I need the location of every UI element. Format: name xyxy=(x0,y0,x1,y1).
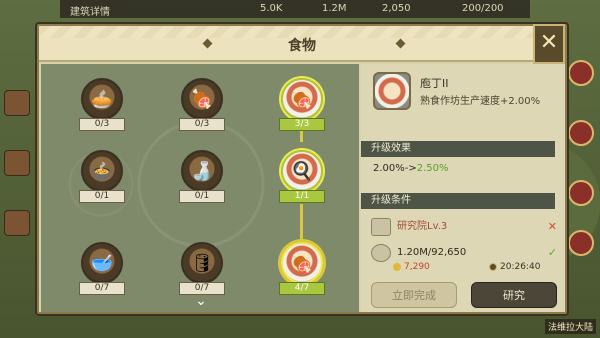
effect-header: 升级效果 xyxy=(361,141,555,157)
close-icon: ✕ xyxy=(539,30,559,55)
bottom-right-label: 法维拉大陆 xyxy=(544,319,596,334)
effect-to: 2.50% xyxy=(416,163,449,174)
soup-bowl-icon: 🥣 xyxy=(81,242,123,284)
node-level: 0/1 xyxy=(79,190,125,203)
conditions-header: 升级条件 xyxy=(361,193,555,209)
detail-panel: 庖丁II 熟食作坊生产速度+2.00% 升级效果 2.00%->2.50% 升级… xyxy=(361,64,565,312)
wine-barrel-icon: 🛢 xyxy=(181,242,223,284)
condition-label: 1.20M/92,650 xyxy=(397,247,467,258)
node-level: 1/1 xyxy=(279,190,325,203)
modal-title: 食物 xyxy=(288,38,316,54)
side-button[interactable] xyxy=(4,210,30,236)
resource-1: 5.0K xyxy=(260,3,283,14)
tech-node[interactable]: 🥧 0/3 xyxy=(77,78,127,131)
side-round-button[interactable] xyxy=(568,180,594,206)
side-round-button[interactable] xyxy=(568,120,594,146)
condition-row: 1.20M/92,650 ✓ xyxy=(371,243,557,263)
tech-tree[interactable]: 🥧 0/3 🍖 0/3 🍖 3/3 🍲 0/1 🍶 0/1 🍳 1/1 🥣 0/… xyxy=(41,64,359,312)
resource-3: 2,050 xyxy=(382,3,411,14)
time-cost-value: 20:26:40 xyxy=(500,262,541,272)
ham-plate-icon xyxy=(373,72,411,110)
cake-dish-icon: 🥧 xyxy=(81,78,123,120)
scroll-down-button[interactable]: ⌄ xyxy=(191,294,211,308)
tech-node-selected[interactable]: 🍖 4/7 xyxy=(277,242,327,295)
tech-name: 庖丁II xyxy=(420,77,449,90)
node-level: 0/7 xyxy=(79,282,125,295)
gold-cost: 7,290 xyxy=(393,262,430,272)
action-footer: 7,290 20:26:40 立即完成 研究 xyxy=(361,262,565,312)
condition-ok-icon: ✓ xyxy=(547,246,557,259)
side-button[interactable] xyxy=(4,150,30,176)
node-level: 0/3 xyxy=(79,118,125,131)
gold-cost-value: 7,290 xyxy=(404,262,430,272)
finish-now-button[interactable]: 立即完成 xyxy=(371,282,457,308)
fried-egg-icon: 🍳 xyxy=(281,150,323,192)
tech-node[interactable]: 🥣 0/7 xyxy=(77,242,127,295)
effect-from: 2.00%-> xyxy=(373,163,417,174)
side-button[interactable] xyxy=(4,90,30,116)
side-round-button[interactable] xyxy=(568,60,594,86)
tech-node[interactable]: 🍶 0/1 xyxy=(177,150,227,203)
node-level: 0/1 xyxy=(179,190,225,203)
effect-value: 2.00%->2.50% xyxy=(373,163,449,174)
tech-node[interactable]: 🛢 0/7 xyxy=(177,242,227,295)
condition-row[interactable]: 研究院Lv.3 ✕ xyxy=(371,217,557,237)
ham-plate-icon: 🍖 xyxy=(281,78,323,120)
close-button[interactable]: ✕ xyxy=(533,24,565,64)
research-modal: 食物 ✕ 🥧 0/3 🍖 0/3 🍖 3/3 🍲 0/1 🍶 0/1 🍳 1/1… xyxy=(37,24,567,314)
tech-node[interactable]: 🍲 0/1 xyxy=(77,150,127,203)
tech-description: 熟食作坊生产速度+2.00% xyxy=(420,96,541,107)
tech-node[interactable]: 🍖 3/3 xyxy=(277,78,327,131)
tech-node[interactable]: 🍳 1/1 xyxy=(277,150,327,203)
node-level: 0/3 xyxy=(179,118,225,131)
resource-bar: 建筑详情 5.0K 1.2M 2,050 200/200 xyxy=(60,0,530,18)
soup-pot-icon: 🍲 xyxy=(81,150,123,192)
side-round-button[interactable] xyxy=(568,230,594,256)
research-building-icon xyxy=(371,218,391,236)
resource-4: 200/200 xyxy=(462,3,504,14)
time-cost: 20:26:40 xyxy=(489,262,540,272)
gold-coin-icon xyxy=(393,262,401,271)
resource-2: 1.2M xyxy=(322,3,347,14)
chevron-down-icon: ⌄ xyxy=(195,293,207,309)
condition-fail-icon: ✕ xyxy=(547,220,557,233)
bottle-icon: 🍶 xyxy=(181,150,223,192)
modal-header: 食物 ✕ xyxy=(39,24,565,64)
node-level: 3/3 xyxy=(279,118,325,131)
silver-coin-icon xyxy=(371,244,391,262)
clock-icon xyxy=(489,262,497,271)
node-level: 4/7 xyxy=(279,282,325,295)
tech-node[interactable]: 🍖 0/3 xyxy=(177,78,227,131)
condition-label: 研究院Lv.3 xyxy=(397,221,448,232)
barrel-food-icon: 🍖 xyxy=(181,78,223,120)
ham-plate-icon: 🍖 xyxy=(281,242,323,284)
research-button[interactable]: 研究 xyxy=(471,282,557,308)
top-left-text: 建筑详情 xyxy=(70,7,110,18)
tree-connector xyxy=(300,204,303,242)
